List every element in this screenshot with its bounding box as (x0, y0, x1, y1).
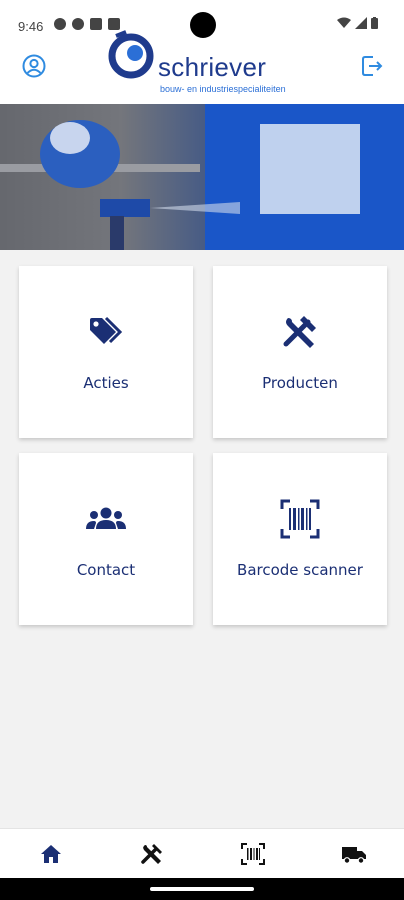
tile-label: Contact (76, 561, 136, 579)
home-icon (41, 845, 61, 863)
tile-label: Barcode scanner (237, 561, 363, 579)
battery-icon (371, 17, 378, 29)
hero-banner (0, 104, 404, 250)
notification-icons (54, 18, 120, 30)
tile-producten[interactable]: Producten (213, 266, 387, 438)
barcode-icon (280, 499, 320, 539)
signal-icon (355, 17, 367, 29)
bottom-navigation (0, 828, 404, 878)
tags-icon (90, 316, 123, 344)
logout-icon (362, 56, 383, 76)
system-status-icons (337, 17, 378, 29)
notification-icon (54, 18, 66, 30)
spray-gun-image (0, 104, 404, 250)
wifi-icon (337, 17, 351, 28)
alert-icon (108, 18, 120, 30)
sim-icon (90, 18, 102, 30)
nav-home-button[interactable] (38, 841, 64, 867)
user-profile-button[interactable] (22, 54, 46, 78)
users-icon (86, 507, 126, 529)
tile-barcode-scanner[interactable]: Barcode scanner (213, 453, 387, 625)
home-gesture-handle[interactable] (150, 887, 254, 891)
tools-icon (141, 844, 162, 864)
tile-contact[interactable]: Contact (19, 453, 193, 625)
tile-label: Acties (83, 374, 129, 392)
nav-delivery-button[interactable] (341, 841, 367, 867)
nav-barcode-button[interactable] (240, 841, 266, 867)
tile-acties[interactable]: Acties (19, 266, 193, 438)
status-time: 9:46 (18, 19, 44, 34)
user-circle-icon (22, 54, 46, 78)
app-header: 9:46 schriever bouw- en industriespecial… (0, 0, 404, 104)
tile-label: Producten (262, 374, 338, 392)
truck-icon (342, 847, 366, 864)
shield-icon (72, 18, 84, 30)
logout-button[interactable] (360, 54, 384, 78)
brand-tagline: bouw- en industriespecialiteiten (160, 84, 286, 94)
tools-icon (283, 316, 316, 348)
brand-logo: schriever bouw- en industriespecialiteit… (108, 30, 298, 98)
brand-name: schriever (158, 52, 267, 82)
barcode-icon (241, 843, 265, 865)
logo-mark-icon (108, 30, 154, 79)
gesture-bar (0, 878, 404, 900)
nav-products-button[interactable] (139, 841, 165, 867)
